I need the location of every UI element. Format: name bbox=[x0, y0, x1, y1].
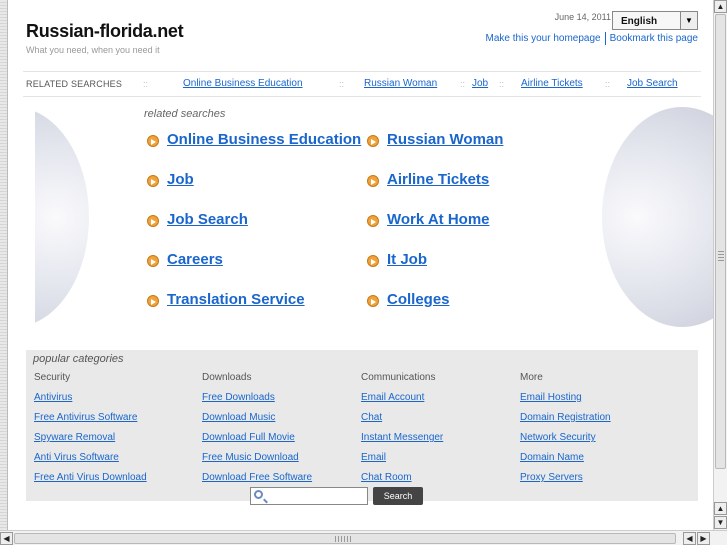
related-bar-link[interactable]: Job Search bbox=[627, 78, 678, 89]
horizontal-scrollbar[interactable]: ◀ ◀ ▶ bbox=[0, 530, 727, 545]
window-left-edge bbox=[0, 0, 8, 530]
related-search-link[interactable]: It Job bbox=[387, 251, 427, 268]
bookmark-link[interactable]: Bookmark this page bbox=[610, 33, 698, 44]
category-link[interactable]: Antivirus bbox=[34, 392, 147, 412]
search-icon bbox=[254, 490, 263, 499]
arrow-circle-icon bbox=[147, 135, 159, 147]
separator: :: bbox=[339, 79, 345, 89]
category-column-communications: Communications Email Account Chat Instan… bbox=[361, 372, 443, 492]
popular-categories-panel: popular categories Security Antivirus Fr… bbox=[26, 350, 698, 501]
category-link[interactable]: Free Music Download bbox=[202, 452, 312, 472]
category-link[interactable]: Chat bbox=[361, 412, 443, 432]
arrow-circle-icon bbox=[367, 215, 379, 227]
arrow-circle-icon bbox=[367, 255, 379, 267]
search-input[interactable] bbox=[250, 487, 368, 505]
related-search-link[interactable]: Online Business Education bbox=[167, 131, 361, 148]
horizontal-scroll-thumb[interactable] bbox=[14, 533, 676, 544]
arrow-circle-icon bbox=[367, 135, 379, 147]
related-search-link[interactable]: Work At Home bbox=[387, 211, 490, 228]
scroll-up-icon[interactable]: ▲ bbox=[714, 0, 727, 13]
related-search-link[interactable]: Colleges bbox=[387, 291, 450, 308]
category-link[interactable]: Email bbox=[361, 452, 443, 472]
arrow-circle-icon bbox=[147, 255, 159, 267]
category-link[interactable]: Download Music bbox=[202, 412, 312, 432]
chevron-down-icon[interactable]: ▼ bbox=[680, 12, 697, 29]
category-title: More bbox=[520, 372, 543, 383]
category-title: Security bbox=[34, 372, 71, 383]
scroll-up-icon[interactable]: ▲ bbox=[714, 502, 727, 515]
grip-icon bbox=[718, 251, 724, 261]
category-link[interactable]: Free Downloads bbox=[202, 392, 312, 412]
popular-categories-heading: popular categories bbox=[33, 353, 124, 365]
related-bar-link[interactable]: Online Business Education bbox=[183, 78, 303, 89]
page: Russian-florida.net What you need, when … bbox=[9, 0, 713, 530]
related-searches-heading: related searches bbox=[144, 108, 226, 120]
related-search-link[interactable]: Job bbox=[167, 171, 194, 188]
tagline: What you need, when you need it bbox=[26, 45, 160, 55]
related-searches-bar: RELATED SEARCHES :: Online Business Educ… bbox=[23, 71, 701, 97]
top-links: Make this your homepage Bookmark this pag… bbox=[486, 32, 698, 45]
homepage-link[interactable]: Make this your homepage bbox=[486, 33, 601, 44]
arrow-circle-icon bbox=[147, 175, 159, 187]
category-link[interactable]: Instant Messenger bbox=[361, 432, 443, 452]
vertical-scroll-thumb[interactable] bbox=[715, 14, 726, 469]
link-divider bbox=[604, 32, 606, 45]
category-column-security: Security Antivirus Free Antivirus Softwa… bbox=[34, 372, 147, 492]
category-link[interactable]: Download Full Movie bbox=[202, 432, 312, 452]
related-search-link[interactable]: Careers bbox=[167, 251, 223, 268]
separator: :: bbox=[605, 79, 611, 89]
category-title: Communications bbox=[361, 372, 436, 383]
arrow-circle-icon bbox=[147, 295, 159, 307]
separator: :: bbox=[460, 79, 466, 89]
site-title[interactable]: Russian-florida.net bbox=[26, 21, 184, 42]
scroll-down-icon[interactable]: ▼ bbox=[714, 516, 727, 529]
related-bar-label: RELATED SEARCHES bbox=[26, 79, 123, 89]
decorative-left-mask bbox=[9, 107, 35, 327]
scroll-left-icon[interactable]: ◀ bbox=[683, 532, 696, 545]
grip-icon bbox=[335, 536, 351, 542]
category-link[interactable]: Free Antivirus Software bbox=[34, 412, 147, 432]
vertical-scrollbar[interactable]: ▲ ▲ ▼ bbox=[713, 0, 727, 530]
decorative-right-shape bbox=[602, 107, 713, 327]
category-link[interactable]: Network Security bbox=[520, 432, 611, 452]
related-search-link[interactable]: Job Search bbox=[167, 211, 248, 228]
category-link[interactable]: Free Anti Virus Download bbox=[34, 472, 147, 492]
scroll-right-icon[interactable]: ▶ bbox=[697, 532, 710, 545]
language-value: English bbox=[621, 16, 658, 27]
category-link[interactable]: Email Hosting bbox=[520, 392, 611, 412]
arrow-circle-icon bbox=[147, 215, 159, 227]
arrow-circle-icon bbox=[367, 295, 379, 307]
separator: :: bbox=[143, 79, 149, 89]
category-link[interactable]: Email Account bbox=[361, 392, 443, 412]
category-link[interactable]: Domain Name bbox=[520, 452, 611, 472]
date-text: June 14, 2011 bbox=[554, 12, 611, 22]
related-bar-link[interactable]: Russian Woman bbox=[364, 78, 437, 89]
related-search-link[interactable]: Airline Tickets bbox=[387, 171, 489, 188]
category-column-downloads: Downloads Free Downloads Download Music … bbox=[202, 372, 312, 492]
related-search-link[interactable]: Translation Service bbox=[167, 291, 305, 308]
arrow-circle-icon bbox=[367, 175, 379, 187]
scroll-left-icon[interactable]: ◀ bbox=[0, 532, 13, 545]
language-select[interactable]: English ▼ bbox=[612, 11, 698, 30]
related-search-link[interactable]: Russian Woman bbox=[387, 131, 503, 148]
category-title: Downloads bbox=[202, 372, 252, 383]
search-button[interactable]: Search bbox=[373, 487, 423, 505]
category-link[interactable]: Domain Registration bbox=[520, 412, 611, 432]
related-bar-link[interactable]: Airline Tickets bbox=[521, 78, 583, 89]
category-link[interactable]: Anti Virus Software bbox=[34, 452, 147, 472]
category-link[interactable]: Spyware Removal bbox=[34, 432, 147, 452]
category-link[interactable]: Proxy Servers bbox=[520, 472, 611, 492]
separator: :: bbox=[499, 79, 505, 89]
category-column-more: More Email Hosting Domain Registration N… bbox=[520, 372, 611, 492]
related-bar-link[interactable]: Job bbox=[472, 78, 488, 89]
